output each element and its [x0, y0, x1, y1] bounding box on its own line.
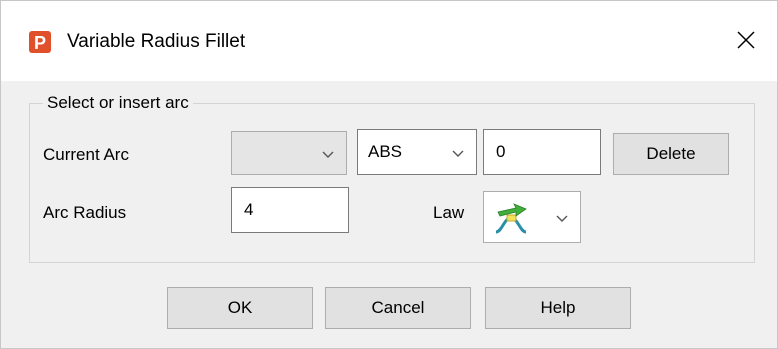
mode-select-value: ABS [368, 142, 403, 161]
arc-radius-input[interactable]: 4 [231, 187, 349, 233]
mode-select[interactable]: ABS [357, 129, 477, 175]
help-button[interactable]: Help [485, 287, 631, 329]
law-curve-icon [492, 198, 530, 236]
arc-radius-label: Arc Radius [43, 203, 127, 222]
arc-position-value: 0 [496, 142, 506, 161]
window-title: Variable Radius Fillet [67, 31, 246, 52]
current-arc-label: Current Arc [43, 145, 129, 164]
p-logo-icon: P [29, 31, 51, 53]
variable-radius-fillet-dialog: P Variable Radius Fillet Select or inser… [0, 0, 778, 349]
groupbox-title: Select or insert arc [43, 91, 193, 115]
chevron-down-icon [320, 146, 336, 162]
chevron-down-icon [450, 145, 466, 161]
arc-position-input[interactable]: 0 [483, 129, 601, 175]
close-icon [737, 30, 755, 54]
title-bar: P Variable Radius Fillet [1, 1, 777, 81]
arc-radius-value: 4 [244, 200, 254, 219]
arc-groupbox [29, 103, 755, 263]
ok-button[interactable]: OK [167, 287, 313, 329]
cancel-button[interactable]: Cancel [325, 287, 471, 329]
chevron-down-icon [554, 210, 570, 226]
svg-text:P: P [34, 33, 46, 53]
current-arc-select[interactable] [231, 131, 347, 175]
delete-button[interactable]: Delete [613, 133, 729, 175]
close-button[interactable] [729, 25, 763, 59]
law-label: Law [433, 203, 465, 222]
law-select[interactable] [483, 191, 581, 243]
